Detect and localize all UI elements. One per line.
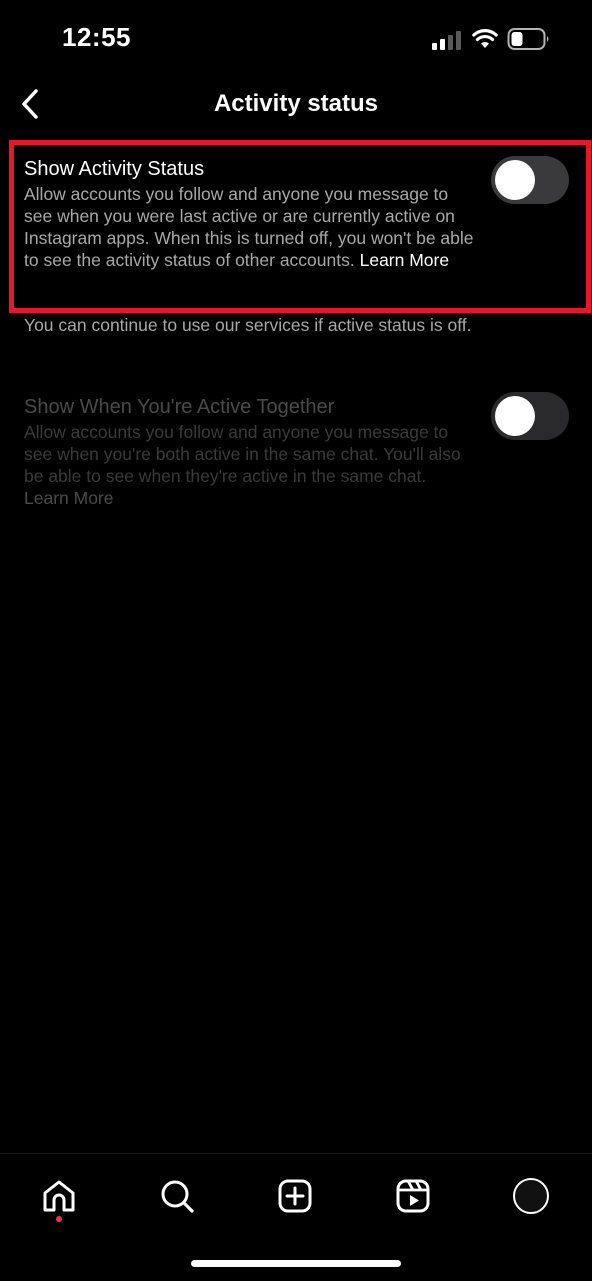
cellular-signal-icon (432, 31, 461, 50)
reels-icon (396, 1179, 430, 1213)
notification-dot (56, 1216, 62, 1222)
nav-reels[interactable] (389, 1172, 437, 1220)
search-icon (161, 1180, 194, 1213)
status-bar: 12:55 (0, 0, 592, 80)
nav-home[interactable] (35, 1172, 83, 1220)
setting-title: Show Activity Status (24, 158, 205, 180)
profile-avatar (513, 1178, 549, 1214)
battery-icon (507, 28, 549, 50)
header: Activity status (0, 80, 592, 132)
show-active-together-toggle[interactable] (491, 392, 569, 440)
setting-title: Show When You're Active Together (24, 396, 335, 418)
nav-search[interactable] (153, 1172, 201, 1220)
setting-show-activity-status: Show Activity Status Allow accounts you … (24, 156, 569, 271)
toggle-knob (495, 160, 535, 200)
setting-description-text: Allow accounts you follow and anyone you… (24, 422, 461, 486)
nav-profile[interactable] (507, 1172, 555, 1220)
learn-more-link[interactable]: Learn More (24, 488, 114, 508)
home-indicator (191, 1260, 401, 1267)
home-icon (43, 1180, 75, 1212)
setting-description: Allow accounts you follow and anyone you… (24, 421, 474, 509)
info-note: You can continue to use our services if … (24, 315, 472, 335)
toggle-knob (495, 396, 535, 436)
setting-description: Allow accounts you follow and anyone you… (24, 183, 474, 271)
show-activity-status-toggle[interactable] (491, 156, 569, 204)
wifi-icon (472, 29, 498, 48)
setting-show-active-together: Show When You're Active Together Allow a… (24, 392, 569, 509)
learn-more-link[interactable]: Learn More (360, 250, 450, 270)
create-icon (278, 1179, 312, 1213)
nav-create[interactable] (271, 1172, 319, 1220)
status-time: 12:55 (62, 22, 131, 52)
page-title: Activity status (213, 90, 379, 117)
